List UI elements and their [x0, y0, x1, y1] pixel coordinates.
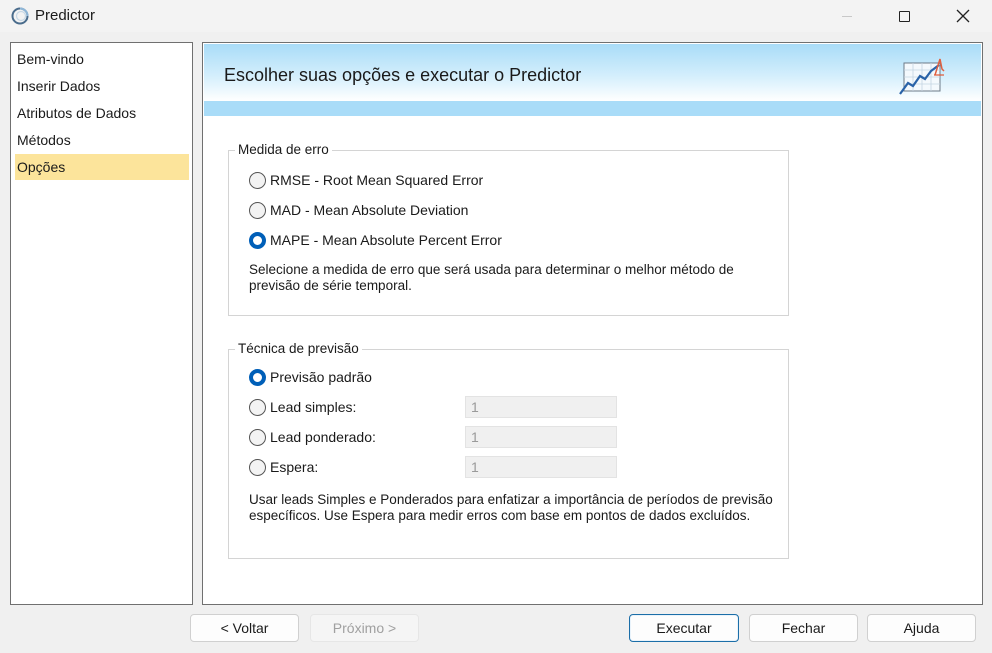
radio-mape-label: MAPE - Mean Absolute Percent Error	[270, 232, 502, 248]
wizard-step-list: Bem-vindo Inserir Dados Atributos de Dad…	[10, 42, 193, 605]
nav-item-opcoes[interactable]: Opções	[15, 154, 189, 180]
radio-button-checked-icon[interactable]	[249, 368, 266, 386]
radio-weighted-lead-label: Lead ponderado:	[270, 429, 376, 445]
chart-wizard-icon	[899, 58, 945, 95]
nav-item-bem-vindo[interactable]: Bem-vindo	[15, 46, 189, 72]
radio-mape[interactable]: MAPE - Mean Absolute Percent Error	[249, 230, 502, 250]
radio-mad[interactable]: MAD - Mean Absolute Deviation	[249, 200, 468, 220]
nav-item-atributos-de-dados[interactable]: Atributos de Dados	[15, 100, 189, 126]
page-header: Escolher suas opções e executar o Predic…	[204, 44, 981, 101]
weighted-lead-input[interactable]: 1	[465, 426, 617, 448]
radio-rmse-label: RMSE - Root Mean Squared Error	[270, 172, 484, 188]
predictor-app-icon	[11, 7, 29, 25]
maximize-icon	[898, 10, 910, 22]
forecast-technique-help: Usar leads Simples e Ponderados para enf…	[249, 492, 773, 523]
close-icon	[956, 9, 970, 23]
title-bar: Predictor	[0, 0, 992, 32]
radio-weighted-lead[interactable]: Lead ponderado:	[249, 427, 376, 447]
radio-standard-forecast[interactable]: Previsão padrão	[249, 367, 372, 387]
options-page: Escolher suas opções e executar o Predic…	[202, 42, 983, 605]
page-title: Escolher suas opções e executar o Predic…	[224, 65, 582, 85]
radio-button-checked-icon[interactable]	[249, 231, 266, 249]
maximize-button[interactable]	[881, 0, 927, 32]
nav-item-metodos[interactable]: Métodos	[15, 127, 189, 153]
close-window-button[interactable]	[940, 0, 986, 32]
close-button[interactable]: Fechar	[749, 614, 858, 642]
run-button[interactable]: Executar	[629, 614, 739, 642]
radio-standard-forecast-label: Previsão padrão	[270, 369, 372, 385]
nav-item-inserir-dados[interactable]: Inserir Dados	[15, 73, 189, 99]
radio-simple-lead[interactable]: Lead simples:	[249, 397, 356, 417]
error-measure-group: Medida de erro RMSE - Root Mean Squared …	[228, 142, 789, 316]
forecast-technique-legend: Técnica de previsão	[235, 341, 362, 356]
window-title: Predictor	[35, 7, 96, 24]
minimize-icon	[842, 15, 852, 17]
error-measure-legend: Medida de erro	[235, 142, 332, 157]
forecast-technique-group: Técnica de previsão Previsão padrão Lead…	[228, 341, 789, 559]
radio-holdout[interactable]: Espera:	[249, 457, 318, 477]
back-button[interactable]: < Voltar	[190, 614, 299, 642]
radio-button-icon[interactable]	[249, 398, 266, 416]
radio-holdout-label: Espera:	[270, 459, 319, 475]
header-strip	[204, 101, 981, 116]
radio-button-icon[interactable]	[249, 428, 266, 446]
holdout-input[interactable]: 1	[465, 456, 617, 478]
radio-button-icon[interactable]	[249, 458, 266, 476]
radio-simple-lead-label: Lead simples:	[270, 399, 357, 415]
next-button[interactable]: Próximo >	[310, 614, 419, 642]
radio-rmse[interactable]: RMSE - Root Mean Squared Error	[249, 170, 483, 190]
radio-mad-label: MAD - Mean Absolute Deviation	[270, 202, 469, 218]
simple-lead-input[interactable]: 1	[465, 396, 617, 418]
error-measure-help: Selecione a medida de erro que será usad…	[249, 262, 734, 293]
minimize-button[interactable]	[824, 0, 870, 32]
help-button[interactable]: Ajuda	[867, 614, 976, 642]
radio-button-icon[interactable]	[249, 201, 266, 219]
radio-button-icon[interactable]	[249, 171, 266, 189]
